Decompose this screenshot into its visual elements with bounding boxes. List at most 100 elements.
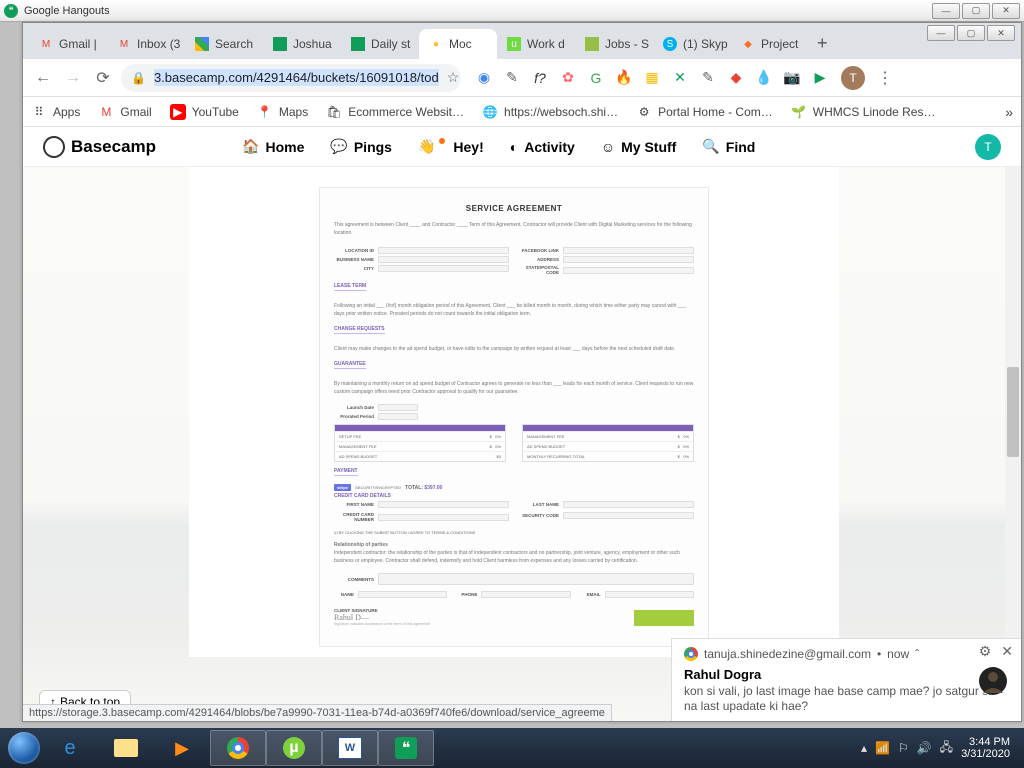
tab-favicon: M bbox=[39, 37, 53, 51]
service-agreement-document[interactable]: SERVICE AGREEMENT This agreement is betw… bbox=[319, 187, 709, 647]
ext-icon-7[interactable]: ▦ bbox=[643, 69, 661, 87]
nav-icon: 👋 bbox=[418, 138, 435, 155]
bookmark-star-icon[interactable]: ☆ bbox=[447, 69, 460, 86]
bookmarks-overflow[interactable]: » bbox=[1005, 104, 1013, 120]
tab-favicon: ◆ bbox=[741, 37, 755, 51]
start-button[interactable] bbox=[6, 730, 42, 766]
notification-from: tanuja.shinedezine@gmail.com bbox=[704, 647, 871, 661]
browser-tab[interactable]: Search bbox=[185, 29, 263, 59]
browser-tab[interactable]: Jobs - S bbox=[575, 29, 653, 59]
bookmark-item[interactable]: ⚙Portal Home - Com… bbox=[636, 104, 773, 120]
basecamp-nav-home[interactable]: 🏠Home bbox=[242, 138, 304, 155]
ext-icon-13[interactable]: ▶ bbox=[811, 69, 829, 87]
scroll-thumb[interactable] bbox=[1007, 367, 1019, 457]
ext-icon-11[interactable]: 💧 bbox=[755, 69, 773, 87]
bookmark-item[interactable]: 🛍Ecommerce Websit… bbox=[326, 104, 464, 120]
browser-toolbar: ← → ⟳ 🔒 3.basecamp.com/4291464/buckets/1… bbox=[23, 59, 1021, 97]
tray-arrow-icon[interactable]: ▴ bbox=[861, 741, 867, 755]
notification-message: kon si vali, jo last image hae base camp… bbox=[684, 684, 1009, 715]
outer-window-titlebar: ❝ Google Hangouts — ▢ ✕ bbox=[0, 0, 1024, 22]
profile-avatar[interactable]: T bbox=[841, 66, 865, 90]
bookmark-item[interactable]: MGmail bbox=[98, 104, 151, 120]
browser-menu-button[interactable]: ⋮ bbox=[871, 68, 899, 88]
nav-icon: 🏠 bbox=[242, 138, 259, 155]
basecamp-nav-hey[interactable]: 👋Hey! bbox=[418, 138, 484, 155]
taskbar-hangouts[interactable]: ❝ bbox=[378, 730, 434, 766]
basecamp-nav-mystuff[interactable]: ☺My Stuff bbox=[601, 138, 677, 155]
bookmark-favicon: M bbox=[98, 104, 114, 120]
basecamp-nav: 🏠Home 💬Pings 👋Hey! ◐Activity ☺My Stuff 🔍Find bbox=[242, 138, 755, 155]
bookmark-item[interactable]: 📍Maps bbox=[257, 104, 308, 120]
chrome-notification[interactable]: ⚙ ✕ tanuja.shinedezine@gmail.com • now ˆ… bbox=[671, 638, 1021, 721]
address-bar[interactable]: 🔒 3.basecamp.com/4291464/buckets/1609101… bbox=[121, 64, 461, 92]
browser-close-button[interactable]: ✕ bbox=[987, 25, 1015, 41]
ext-icon-8[interactable]: ✕ bbox=[671, 69, 689, 87]
taskbar-utorrent[interactable]: µ bbox=[266, 730, 322, 766]
ext-icon-6[interactable]: 🔥 bbox=[615, 69, 633, 87]
ext-icon-4[interactable]: ✿ bbox=[559, 69, 577, 87]
outer-maximize-button[interactable]: ▢ bbox=[962, 3, 990, 19]
chevron-up-icon[interactable]: ˆ bbox=[915, 647, 919, 661]
bookmark-item[interactable]: 🌱WHMCS Linode Res… bbox=[791, 104, 936, 120]
browser-tab[interactable]: uWork d bbox=[497, 29, 575, 59]
ext-icon-2[interactable]: ✎ bbox=[503, 69, 521, 87]
tab-label: Daily st bbox=[371, 37, 410, 51]
taskbar-word[interactable]: W bbox=[322, 730, 378, 766]
wifi-icon[interactable]: 📶 bbox=[875, 741, 890, 755]
bookmark-favicon: ▶ bbox=[170, 104, 186, 120]
extension-icons: ◉ ✎ f? ✿ G 🔥 ▦ ✕ ✎ ◆ 💧 📷 ▶ bbox=[475, 69, 829, 87]
basecamp-nav-find[interactable]: 🔍Find bbox=[702, 138, 755, 155]
taskbar-explorer[interactable] bbox=[98, 730, 154, 766]
taskbar-clock[interactable]: 3:44 PM 3/31/2020 bbox=[961, 736, 1010, 760]
action-center-icon[interactable]: ⚐ bbox=[898, 741, 909, 755]
outer-minimize-button[interactable]: — bbox=[932, 3, 960, 19]
notification-close-icon[interactable]: ✕ bbox=[1001, 643, 1013, 660]
ext-icon-1[interactable]: ◉ bbox=[475, 69, 493, 87]
nav-icon: ☺ bbox=[601, 139, 615, 155]
browser-tab[interactable]: ◆Project bbox=[731, 29, 809, 59]
forward-button[interactable]: → bbox=[61, 66, 85, 90]
bookmark-favicon: 🛍 bbox=[326, 104, 342, 120]
tab-strip: MGmail |MInbox (3SearchJoshuaDaily st●Mo… bbox=[23, 23, 1021, 59]
browser-maximize-button[interactable]: ▢ bbox=[957, 25, 985, 41]
browser-minimize-button[interactable]: — bbox=[927, 25, 955, 41]
browser-tab[interactable]: S(1) Skyp bbox=[653, 29, 731, 59]
tab-label: Joshua bbox=[293, 37, 332, 51]
ext-icon-3[interactable]: f? bbox=[531, 69, 549, 87]
taskbar-ie[interactable]: e bbox=[42, 730, 98, 766]
browser-tab[interactable]: Daily st bbox=[341, 29, 419, 59]
basecamp-avatar[interactable]: T bbox=[975, 134, 1001, 160]
outer-close-button[interactable]: ✕ bbox=[992, 3, 1020, 19]
ext-icon-12[interactable]: 📷 bbox=[783, 69, 801, 87]
browser-tab[interactable]: MGmail | bbox=[29, 29, 107, 59]
basecamp-nav-pings[interactable]: 💬Pings bbox=[330, 138, 392, 155]
nav-icon: ◐ bbox=[510, 139, 518, 155]
ext-icon-10[interactable]: ◆ bbox=[727, 69, 745, 87]
tab-label: Inbox (3 bbox=[137, 37, 180, 51]
notification-settings-icon[interactable]: ⚙ bbox=[979, 643, 992, 660]
back-button[interactable]: ← bbox=[31, 66, 55, 90]
status-bar: https://storage.3.basecamp.com/4291464/b… bbox=[23, 704, 612, 721]
network-icon[interactable]: 🖧 bbox=[940, 738, 953, 759]
basecamp-nav-activity[interactable]: ◐Activity bbox=[510, 138, 575, 155]
browser-tab[interactable]: Joshua bbox=[263, 29, 341, 59]
nav-icon: 🔍 bbox=[702, 138, 719, 155]
ext-icon-5[interactable]: G bbox=[587, 69, 605, 87]
doc-intro: This agreement is between Client ____ an… bbox=[334, 221, 694, 237]
taskbar-media[interactable]: ▶ bbox=[154, 730, 210, 766]
volume-icon[interactable]: 🔊 bbox=[917, 741, 932, 755]
basecamp-logo[interactable]: Basecamp bbox=[43, 136, 156, 158]
taskbar-chrome[interactable] bbox=[210, 730, 266, 766]
bookmark-item[interactable]: ⠿Apps bbox=[31, 104, 80, 120]
new-tab-button[interactable]: + bbox=[809, 33, 836, 54]
tab-favicon: ● bbox=[429, 37, 443, 51]
notification-dot bbox=[439, 138, 445, 144]
bookmark-item[interactable]: 🌐https://websoch.shi… bbox=[482, 104, 618, 120]
hangouts-icon: ❝ bbox=[4, 4, 18, 18]
browser-tab[interactable]: ●Moc bbox=[419, 29, 497, 59]
bookmark-favicon: ⠿ bbox=[31, 104, 47, 120]
reload-button[interactable]: ⟳ bbox=[91, 66, 115, 90]
bookmark-item[interactable]: ▶YouTube bbox=[170, 104, 239, 120]
browser-tab[interactable]: MInbox (3 bbox=[107, 29, 185, 59]
ext-icon-9[interactable]: ✎ bbox=[699, 69, 717, 87]
